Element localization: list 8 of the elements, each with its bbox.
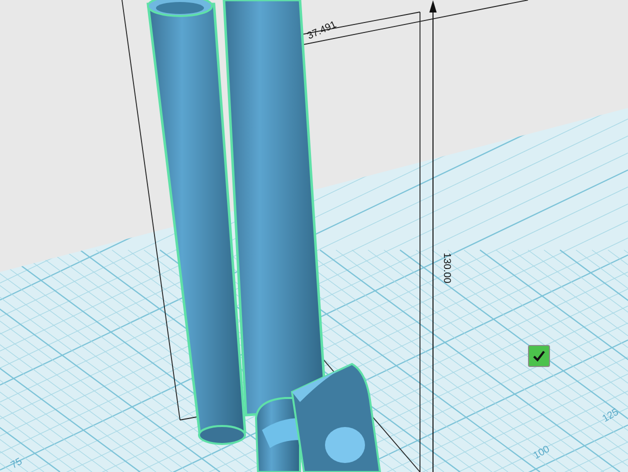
grid-scale-label: 125 (600, 406, 621, 425)
grid-scale-label: 75 (9, 456, 24, 472)
dimension-label: 130.00 (441, 252, 452, 284)
confirm-checkbox[interactable] (528, 345, 550, 367)
dimension-label: 37.491 (306, 19, 338, 42)
grid-scale-label: 100 (532, 444, 552, 462)
3d-viewport[interactable]: 37.491 130.00 75 100 125 (0, 0, 628, 472)
checkmark-icon (532, 349, 546, 363)
